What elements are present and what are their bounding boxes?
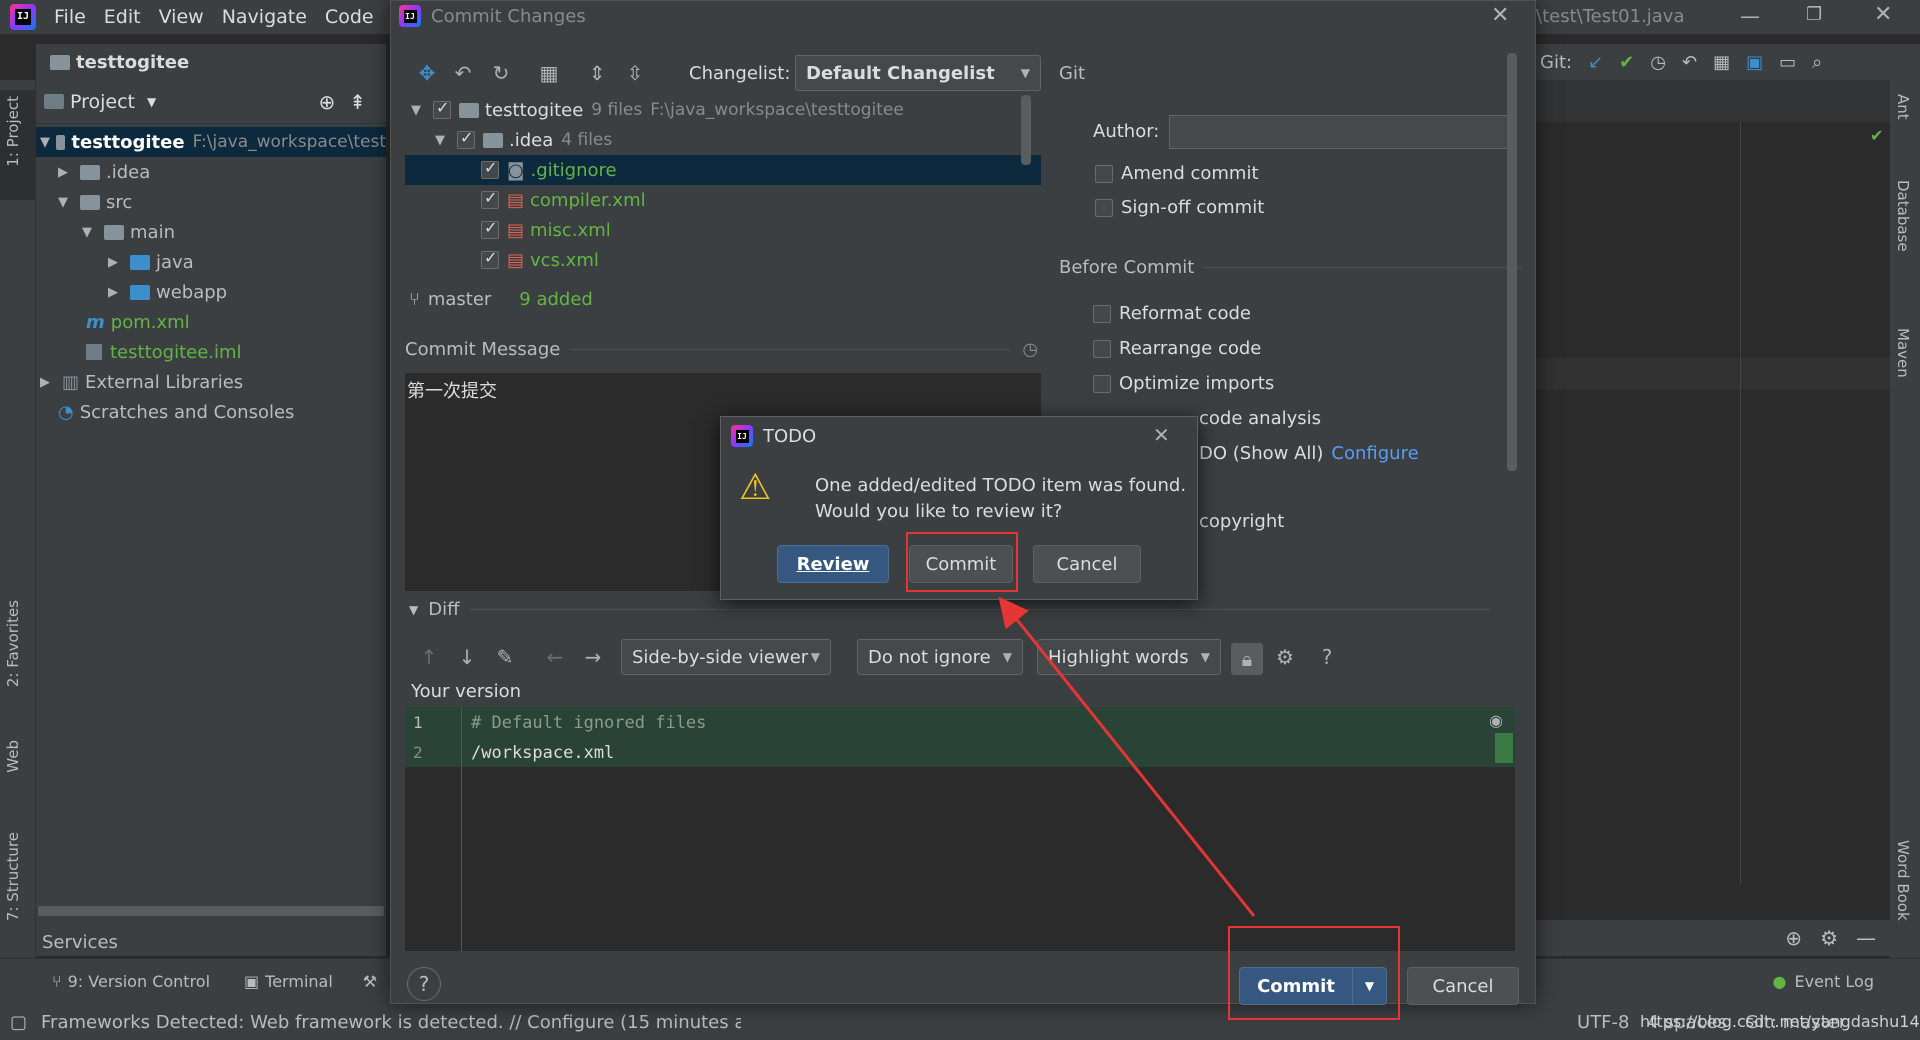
annotation-arrow — [998, 596, 1256, 917]
annotation-arrow-line — [998, 596, 1256, 917]
